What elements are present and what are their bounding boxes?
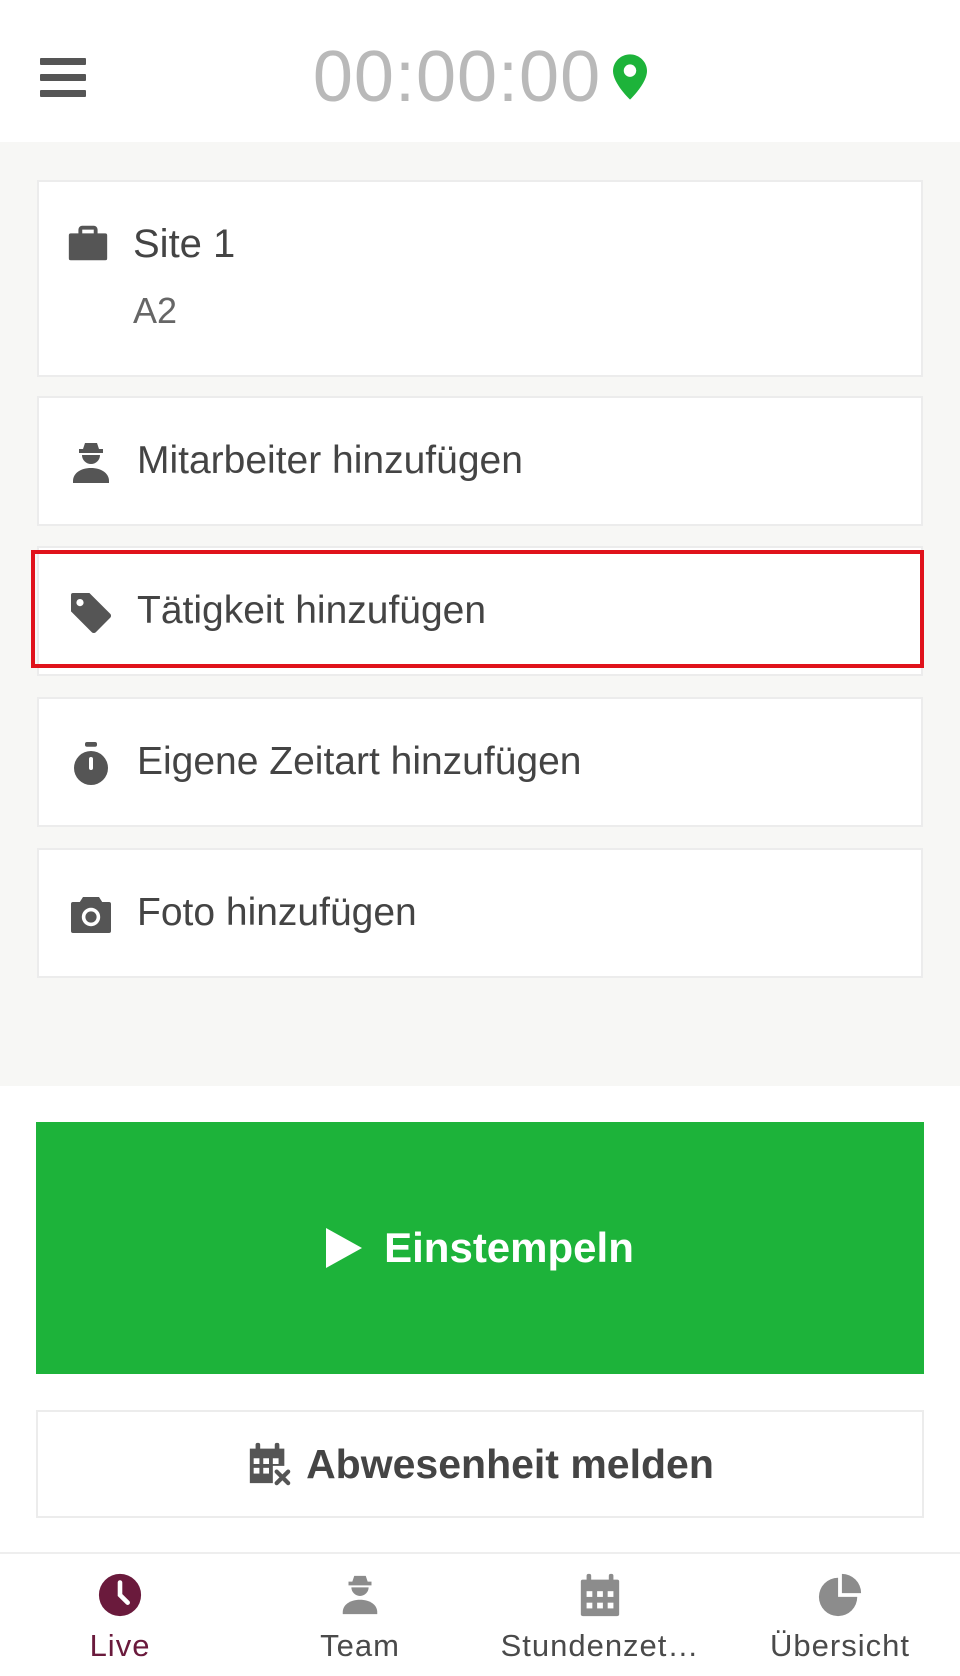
stopwatch-icon <box>74 742 108 785</box>
site-subtitle: A2 <box>133 290 178 331</box>
site-card[interactable]: Site 1 A2 <box>37 180 923 377</box>
calendar-cancel-icon <box>249 1442 291 1486</box>
timer-text: 00:00:00 <box>312 37 602 117</box>
briefcase-icon <box>68 225 108 261</box>
add-photo-button[interactable]: Foto hinzufügen <box>37 848 923 978</box>
tab-overview[interactable]: Übersicht <box>720 1554 960 1676</box>
play-icon <box>326 1228 363 1268</box>
calendar-icon <box>580 1573 620 1617</box>
bottom-tab-bar: Live Team Stundenzet… Übersicht <box>0 1552 960 1676</box>
add-employee-label: Mitarbeiter hinzufügen <box>137 439 523 482</box>
add-activity-label: Tätigkeit hinzufügen <box>137 589 487 632</box>
tab-team-label: Team <box>320 1628 400 1663</box>
clock-in-label: Einstempeln <box>384 1224 634 1271</box>
add-employee-button[interactable]: Mitarbeiter hinzufügen <box>37 396 923 526</box>
timer-display: 00:00:00 <box>0 36 960 118</box>
add-photo-label: Foto hinzufügen <box>137 891 417 934</box>
clock-icon <box>98 1573 142 1617</box>
tab-overview-label: Übersicht <box>770 1628 910 1663</box>
add-time-type-label: Eigene Zeitart hinzufügen <box>137 740 582 783</box>
report-absence-label: Abwesenheit melden <box>306 1440 714 1487</box>
tab-live-label: Live <box>89 1628 151 1663</box>
worker-icon <box>342 1575 378 1615</box>
tab-timesheet-label: Stundenzet… <box>500 1628 700 1663</box>
site-title: Site 1 <box>133 222 236 266</box>
camera-icon <box>71 897 111 933</box>
tab-live[interactable]: Live <box>0 1554 240 1676</box>
add-time-type-button[interactable]: Eigene Zeitart hinzufügen <box>37 697 923 827</box>
tag-icon <box>71 593 112 634</box>
clock-in-button[interactable]: Einstempeln <box>36 1122 924 1374</box>
map-pin-icon <box>613 54 648 100</box>
report-absence-button[interactable]: Abwesenheit melden <box>36 1410 924 1518</box>
app-header: 00:00:00 <box>0 0 960 142</box>
worker-icon <box>73 443 109 483</box>
pie-chart-icon <box>818 1573 862 1617</box>
tab-team[interactable]: Team <box>240 1554 480 1676</box>
tab-timesheet[interactable]: Stundenzet… <box>480 1554 720 1676</box>
add-activity-button[interactable]: Tätigkeit hinzufügen <box>37 546 923 676</box>
